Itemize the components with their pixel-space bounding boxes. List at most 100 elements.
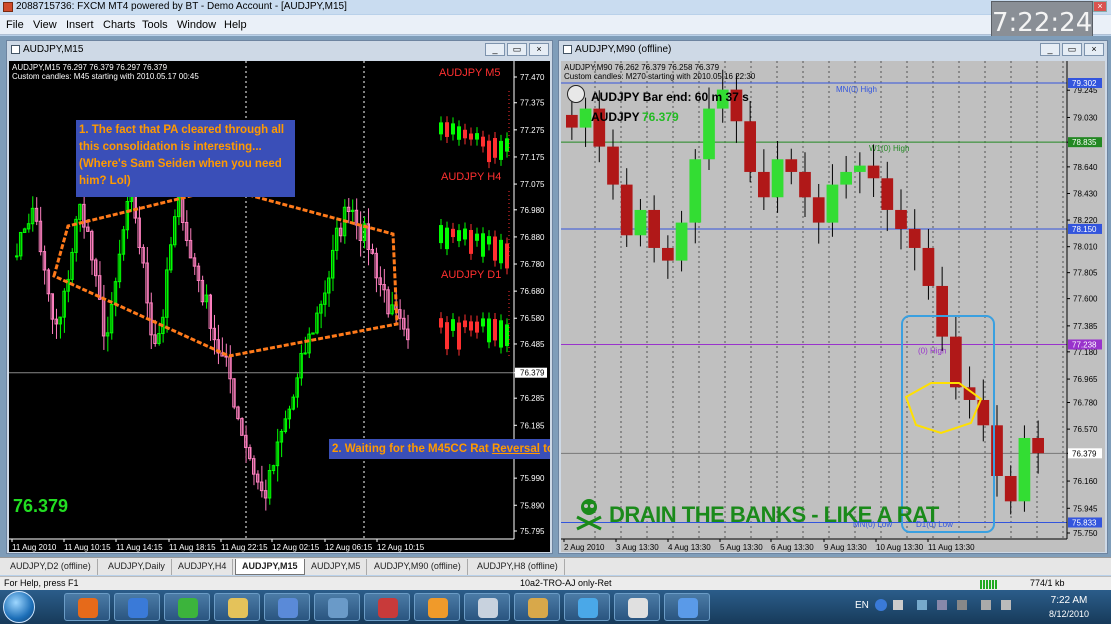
tab-audjpy-h4[interactable]: AUDJPY,H4 [172,559,234,575]
restore-icon[interactable]: ▭ [507,43,527,56]
price-tick-label: 76.980 [520,206,545,215]
status-profile: 10a2-TRO-AJ only-Ret [520,578,612,588]
price-tick-label: 76.680 [520,287,545,296]
mini-h4-candle [499,239,503,264]
chart-info: AUDJPY,M90 76.262 76.379 76.258 76.379 C… [564,63,755,81]
tray-icon[interactable] [893,600,903,610]
taskbar-app2[interactable] [114,593,160,621]
price-tick-label: 76.485 [520,340,545,349]
time-tick-label: 12 Aug 06:15 [325,543,373,552]
annotation-link-reversal[interactable]: Reversal [492,443,540,455]
volume-icon[interactable] [1001,600,1011,610]
m90-chart-svg[interactable]: MN(0) HighW1(0) High(0) HighMN(0) Low D1(… [561,61,1105,552]
mini-d1-candle [481,318,485,327]
tray-icon[interactable] [957,600,967,610]
price-tick-label: 76.780 [520,260,545,269]
taskbar-app12[interactable] [614,593,660,621]
price-tick-label: 76.580 [520,314,545,323]
taskbar-app7[interactable] [364,593,410,621]
mini-d1-candle [493,319,497,341]
candle-body [867,165,880,179]
mini-m5-candle [439,122,443,135]
tab-audjpy-m15[interactable]: AUDJPY,M15 [235,559,305,575]
mini-d1-candle [499,320,503,348]
restore-icon[interactable]: ▭ [1062,43,1082,56]
level-label: W1(0) High [869,144,909,153]
taskbar-itunes[interactable] [564,593,610,621]
tab-audjpy-m90[interactable]: AUDJPY,M90 (offline) [368,559,468,575]
menu-charts[interactable]: Charts [103,19,135,31]
minimize-icon[interactable]: _ [485,43,505,56]
chart-info-custom-candles: Custom candles: M45 starting with 2010.0… [12,72,199,81]
taskbar-calculator[interactable] [464,593,510,621]
close-icon[interactable]: × [1093,1,1107,12]
chart-window-titlebar: AUDJPY,M90 (offline) _ ▭ × [559,41,1107,59]
chart-info-ohlc: AUDJPY,M15 76.297 76.379 76.297 76.379 [12,63,168,72]
chart-window-audjpy-m90[interactable]: AUDJPY,M90 (offline) _ ▭ × MN(0) High W1(… [558,40,1108,554]
level-price-label: 75.833 [1072,518,1097,527]
price-tick-label: 76.780 [1073,399,1098,408]
close-icon[interactable]: × [1084,43,1104,56]
menu-file[interactable]: File [6,19,24,31]
mini-m5-candle [487,140,491,163]
mini-m5-candle [475,133,479,140]
tab-audjpy-daily[interactable]: AUDJPY,Daily [102,559,172,575]
menu-window[interactable]: Window [177,19,216,31]
taskbar-explorer[interactable] [214,593,260,621]
app-icon [628,598,648,618]
price-tick-label: 76.965 [1073,375,1098,384]
tray-icon[interactable] [937,600,947,610]
price-tick-label: 75.750 [1073,529,1098,538]
candle-body [881,178,894,210]
network-icon[interactable] [981,600,991,610]
mini-d1-candle [487,318,491,343]
time-tick-label: 11 Aug 22:15 [221,543,268,552]
chart-canvas-m15[interactable]: 77.470 77.375 77.275 77.175 77.075 76.980 76.8… [9,61,550,552]
symbol-label: AUDJPY [591,110,640,124]
candle-body [991,425,1003,476]
menu-insert[interactable]: Insert [66,19,94,31]
candle-body [922,247,935,286]
mini-d1-candle [445,322,449,350]
candle-body [607,146,619,185]
menu-tools[interactable]: Tools [142,19,168,31]
candle-body [648,209,660,248]
tray-icon[interactable] [917,600,927,610]
candle-body [303,352,307,355]
taskbar-mt4[interactable] [664,593,710,621]
help-icon[interactable] [875,599,887,611]
candle-body [758,171,770,198]
taskbar-paint[interactable] [514,593,560,621]
menu-help[interactable]: Help [224,19,247,31]
mini-h4-candle [475,233,479,241]
menu-view[interactable]: View [33,19,57,31]
tab-audjpy-d2[interactable]: AUDJPY,D2 (offline) [4,559,98,575]
status-bar: For Help, press F1 10a2-TRO-AJ only-Ret … [0,576,1111,590]
taskbar-media[interactable] [264,593,310,621]
taskbar-firefox[interactable] [64,593,110,621]
tab-audjpy-h8[interactable]: AUDJPY,H8 (offline) [471,559,565,575]
close-icon[interactable]: × [529,43,549,56]
taskbar-app6[interactable] [314,593,360,621]
taskbar-app8[interactable] [414,593,460,621]
time-tick-label: 11 Aug 10:15 [64,543,111,552]
minimize-icon[interactable]: _ [1040,43,1060,56]
chart-info-custom-candles: Custom candles: M270 starting with 2010.… [564,72,756,81]
language-indicator[interactable]: EN [855,600,869,611]
music-icon [578,598,598,618]
mini-m5-candle [463,129,467,139]
taskbar-app3[interactable] [164,593,210,621]
candle-body [895,209,907,229]
chart-window-audjpy-m15[interactable]: AUDJPY,M15 _ ▭ × 77.470 77.375 77.275 77.17… [6,40,553,554]
mini-h4-candle [505,243,509,269]
price-tick-label: 77.385 [1073,322,1098,331]
level-price-label: 76.379 [1072,449,1097,458]
mini-d1-candle [505,324,509,347]
tab-audjpy-m5[interactable]: AUDJPY,M5 [305,559,368,575]
annotation-box-1: 1. The fact that PA cleared through all … [76,120,295,197]
mini-m5-candle [481,136,485,147]
start-button[interactable] [3,591,35,623]
chart-canvas-m90[interactable]: MN(0) High W1(0) High (0) High MN(0) Low D1(… [561,61,1105,552]
price-tick-label: 77.075 [520,180,545,189]
price-tick-label: 76.285 [520,394,545,403]
